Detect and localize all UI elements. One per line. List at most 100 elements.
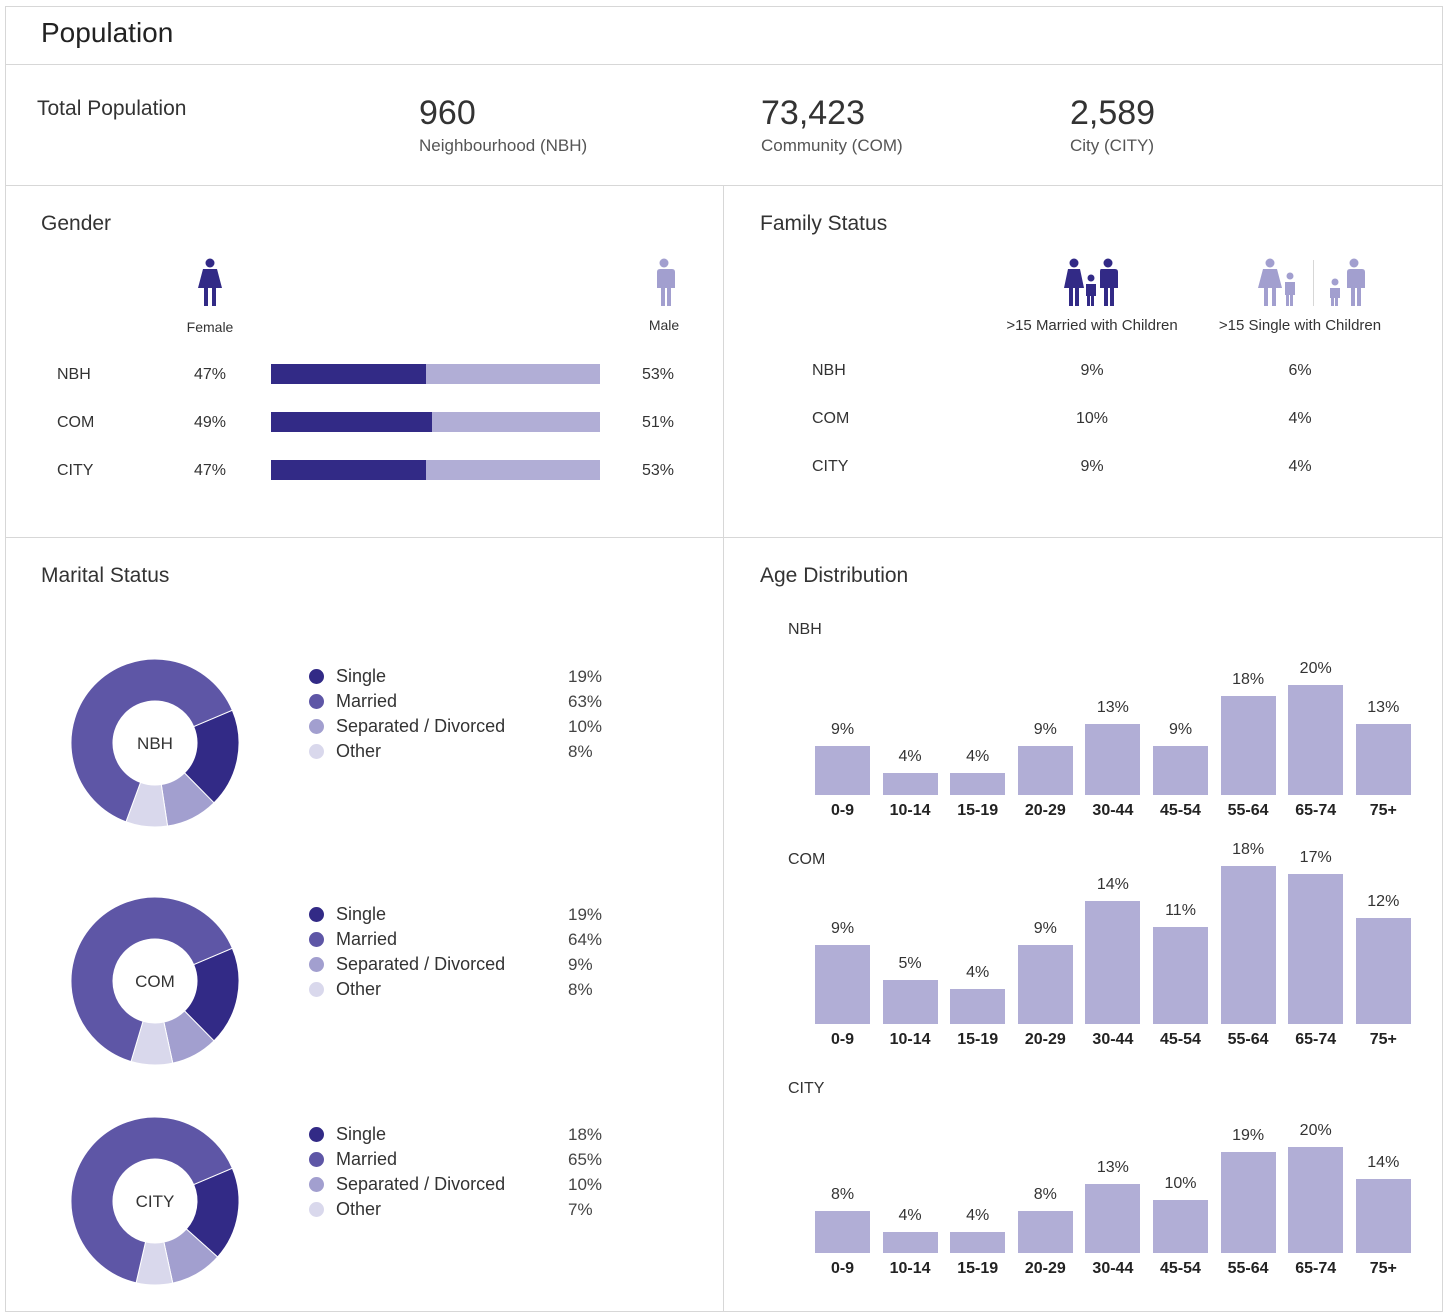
legend-swatch-married bbox=[309, 694, 324, 709]
legend-label: Separated / Divorced bbox=[336, 716, 506, 736]
age-bar-data-label: 13% bbox=[1367, 698, 1400, 716]
age-bar bbox=[1017, 745, 1073, 795]
single-percent: 4% bbox=[1288, 458, 1312, 475]
married-percent: 9% bbox=[1080, 458, 1104, 475]
age-tick-label: 10-14 bbox=[889, 1260, 931, 1277]
age-bar-data-label: 9% bbox=[1033, 919, 1057, 937]
age-bar bbox=[1153, 1200, 1208, 1253]
female-percent: 47% bbox=[194, 462, 227, 479]
legend-swatch-separated bbox=[309, 1177, 324, 1192]
divider bbox=[5, 185, 1443, 186]
age-tick-label: 55-64 bbox=[1227, 1260, 1269, 1277]
age-tick-label: 45-54 bbox=[1160, 802, 1201, 819]
age-bar bbox=[882, 1231, 938, 1253]
legend-label: Single bbox=[336, 904, 387, 924]
age-bar-data-label: 20% bbox=[1299, 660, 1332, 677]
age-bar bbox=[1355, 918, 1411, 1024]
age-bar-data-label: 4% bbox=[966, 1206, 990, 1224]
legend-value: 64% bbox=[568, 930, 603, 949]
gender-bar bbox=[271, 460, 600, 480]
divider bbox=[723, 185, 724, 1312]
legend-swatch-single bbox=[309, 1127, 324, 1142]
legend-swatch-married bbox=[309, 932, 324, 947]
age-tick-label: 0-9 bbox=[830, 802, 855, 819]
family-area-label: COM bbox=[812, 410, 850, 427]
age-tick-label: 30-44 bbox=[1092, 1031, 1134, 1048]
age-tick-label: 65-74 bbox=[1295, 1031, 1337, 1048]
age-bar bbox=[1153, 927, 1208, 1024]
legend-label: Separated / Divorced bbox=[336, 954, 506, 974]
age-bar bbox=[815, 745, 870, 795]
age-tick-label: 0-9 bbox=[830, 1260, 855, 1277]
single-percent: 6% bbox=[1288, 362, 1312, 379]
age-bar bbox=[1220, 1152, 1276, 1253]
age-bar-data-label: 8% bbox=[830, 1185, 855, 1203]
age-bar bbox=[1220, 696, 1276, 795]
total-population-label: Total Population bbox=[37, 97, 187, 120]
male-icon bbox=[656, 258, 675, 306]
age-tick-label: 15-19 bbox=[957, 1031, 999, 1048]
male-label: Male bbox=[648, 317, 680, 333]
age-bar bbox=[1153, 745, 1208, 795]
legend-value: 19% bbox=[568, 905, 603, 924]
age-bar-data-label: 8% bbox=[1033, 1185, 1057, 1203]
legend-value: 10% bbox=[568, 717, 603, 736]
age-bar bbox=[1288, 685, 1344, 795]
age-bar bbox=[1085, 723, 1141, 795]
nbh-population-value: 960 bbox=[419, 94, 476, 132]
age-tick-label: 65-74 bbox=[1295, 1260, 1337, 1277]
city-population-label: City (CITY) bbox=[1070, 136, 1155, 155]
family-area-label: CITY bbox=[812, 458, 849, 475]
female-bar-fill bbox=[271, 364, 426, 384]
com-population-label: Community (COM) bbox=[761, 136, 903, 155]
legend-value: 8% bbox=[568, 980, 593, 999]
married-with-children-label: >15 Married with Children bbox=[1006, 317, 1178, 334]
gender-bar bbox=[271, 364, 600, 384]
female-bar-fill bbox=[271, 460, 426, 480]
age-tick-label: 20-29 bbox=[1024, 1031, 1066, 1048]
legend-label: Single bbox=[336, 666, 387, 686]
married-family-icon bbox=[1064, 258, 1118, 306]
legend-swatch-other bbox=[309, 744, 324, 759]
age-tick-label: 30-44 bbox=[1092, 1260, 1134, 1277]
age-tick-label: 75+ bbox=[1369, 802, 1397, 819]
gender-area-label: COM bbox=[57, 414, 95, 431]
age-bar bbox=[882, 773, 938, 795]
legend-label: Married bbox=[336, 691, 398, 711]
age-bar bbox=[950, 988, 1006, 1024]
age-bar-data-label: 4% bbox=[966, 963, 990, 981]
age-bar bbox=[1288, 1147, 1344, 1253]
age-chart-subtitle: COM bbox=[788, 851, 826, 868]
legend-swatch-single bbox=[309, 907, 324, 922]
age-bar bbox=[1355, 723, 1411, 795]
age-tick-label: 45-54 bbox=[1160, 1031, 1201, 1048]
gender-area-label: NBH bbox=[57, 366, 91, 383]
age-tick-label: 45-54 bbox=[1160, 1260, 1201, 1277]
family-status-title: Family Status bbox=[760, 212, 888, 235]
age-bar bbox=[950, 773, 1006, 795]
legend-label: Married bbox=[336, 1149, 398, 1169]
age-bar-data-label: 9% bbox=[830, 720, 855, 738]
age-bar bbox=[950, 1231, 1006, 1253]
gender-area-label: CITY bbox=[57, 462, 94, 479]
age-bar-data-label: 18% bbox=[1232, 840, 1265, 858]
age-bar-data-label: 12% bbox=[1367, 893, 1400, 911]
legend-swatch-other bbox=[309, 982, 324, 997]
age-bar bbox=[1355, 1178, 1411, 1253]
legend-swatch-married bbox=[309, 1152, 324, 1167]
age-bar bbox=[882, 980, 938, 1024]
age-chart-subtitle: CITY bbox=[788, 1080, 825, 1097]
legend-label: Single bbox=[336, 1124, 387, 1144]
age-bar-data-label: 19% bbox=[1232, 1127, 1265, 1145]
age-bar-data-label: 20% bbox=[1299, 1122, 1332, 1139]
gender-bar bbox=[271, 412, 600, 432]
female-bar-fill bbox=[271, 412, 433, 432]
married-percent: 9% bbox=[1080, 362, 1104, 379]
age-bar-data-label: 11% bbox=[1165, 902, 1196, 920]
age-chart-subtitle: NBH bbox=[788, 621, 822, 638]
single-percent: 4% bbox=[1288, 410, 1312, 427]
age-tick-label: 30-44 bbox=[1092, 802, 1134, 819]
single-with-children-label: >15 Single with Children bbox=[1218, 317, 1382, 334]
male-percent: 53% bbox=[642, 366, 675, 383]
age-bar bbox=[1220, 865, 1276, 1024]
